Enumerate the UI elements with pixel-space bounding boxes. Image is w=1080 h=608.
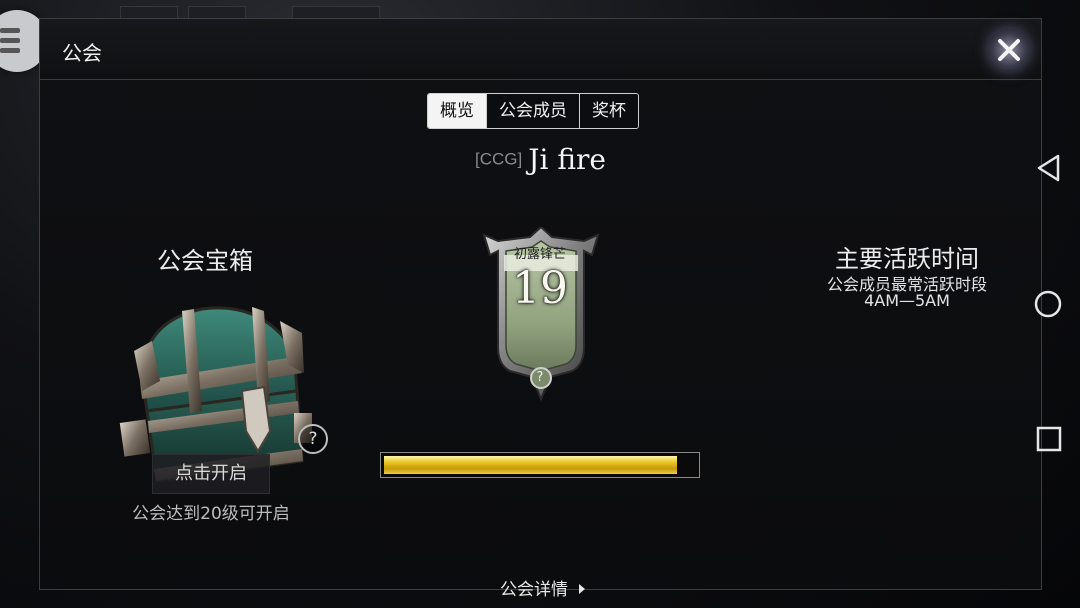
- guild-xp-progress-fill: [384, 456, 678, 474]
- guild-details-label: 公会详情: [500, 580, 568, 600]
- close-button[interactable]: [988, 29, 1030, 71]
- guild-details-link[interactable]: 公会详情: [500, 575, 587, 600]
- guild-name: Ji fire: [528, 143, 606, 176]
- chest-title: 公会宝箱: [157, 247, 253, 275]
- chest-help-icon[interactable]: ?: [298, 424, 328, 454]
- rank-help-icon[interactable]: ?: [530, 368, 550, 388]
- panel-header: 公会: [40, 19, 1041, 80]
- open-chest-button[interactable]: 点击开启: [152, 454, 270, 494]
- rank-title: 初露锋芒: [513, 247, 566, 262]
- guild-name-row: [CCG] Ji fire: [40, 143, 1041, 176]
- tab-members[interactable]: 公会成员: [486, 94, 579, 128]
- tab-bar: 概览 公会成员 奖杯: [427, 93, 639, 129]
- close-icon: [998, 39, 1020, 61]
- chest-requirement-text: 公会达到20级可开启: [132, 504, 290, 524]
- panel-title: 公会: [62, 41, 102, 65]
- guild-level: 19: [512, 263, 568, 314]
- guild-tag: [CCG]: [475, 149, 523, 169]
- android-home-icon[interactable]: [1033, 289, 1063, 319]
- tab-trophies[interactable]: 奖杯: [579, 94, 638, 128]
- guild-xp-progress-bar: [380, 452, 700, 478]
- android-back-icon[interactable]: [1034, 152, 1064, 184]
- tab-overview[interactable]: 概览: [428, 94, 486, 128]
- chevron-right-icon: [579, 584, 586, 594]
- active-time-title: 主要活跃时间: [835, 245, 979, 273]
- android-recents-icon[interactable]: [1035, 425, 1063, 453]
- active-time-hours: 4AM—5AM: [864, 291, 950, 310]
- guild-panel: 公会 概览 公会成员 奖杯 [CCG] Ji fire 公会宝箱 ? 点击开启 …: [39, 18, 1042, 600]
